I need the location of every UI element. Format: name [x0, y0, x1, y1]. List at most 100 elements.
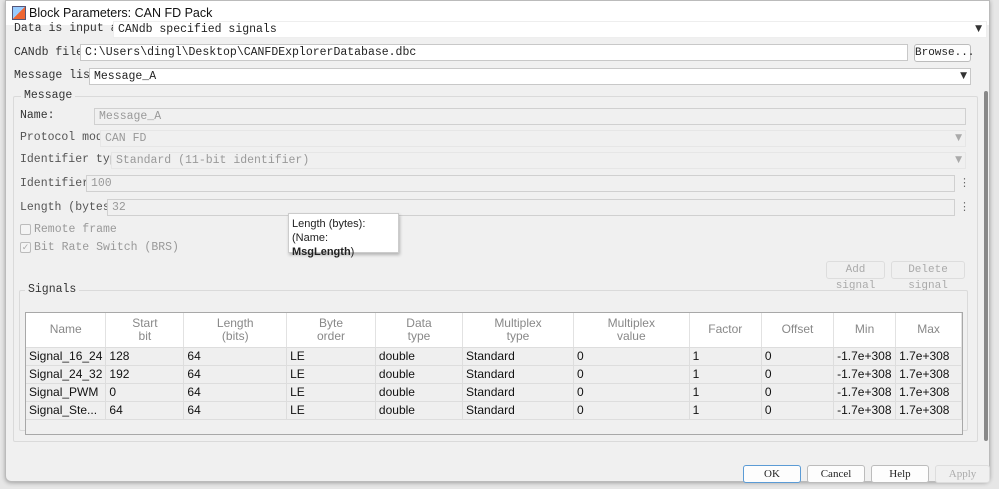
- block-parameters-dialog: Block Parameters: CAN FD Pack Data is in…: [5, 0, 990, 482]
- table-cell[interactable]: 64: [184, 347, 287, 365]
- add-signal-button[interactable]: Add signal: [826, 261, 885, 279]
- table-cell[interactable]: Standard: [463, 365, 574, 383]
- chevron-down-icon: ▼: [955, 133, 962, 143]
- chevron-down-icon: ▼: [955, 155, 962, 165]
- message-group-title: Message: [21, 89, 75, 102]
- column-header[interactable]: Start bit: [106, 313, 184, 347]
- help-button[interactable]: Help: [871, 465, 929, 483]
- table-cell[interactable]: 0: [573, 347, 689, 365]
- table-cell[interactable]: 1.7e+308: [896, 347, 962, 365]
- table-cell[interactable]: 0: [573, 401, 689, 419]
- table-cell[interactable]: -1.7e+308: [834, 365, 896, 383]
- cancel-button[interactable]: Cancel: [807, 465, 865, 483]
- message-list-value: Message_A: [94, 70, 156, 83]
- table-cell[interactable]: LE: [287, 347, 376, 365]
- identifier-type-value: Standard (11-bit identifier): [116, 154, 309, 167]
- tooltip-text: Length (bytes): (Name:: [292, 217, 395, 245]
- table-cell[interactable]: Signal_24_32: [26, 365, 106, 383]
- vertical-scrollbar[interactable]: [984, 91, 988, 441]
- data-input-value: CANdb specified signals: [118, 23, 277, 36]
- table-row[interactable]: Signal_16_2412864LEdoubleStandard010-1.7…: [26, 347, 962, 365]
- table-cell[interactable]: 64: [184, 383, 287, 401]
- delete-signal-button[interactable]: Delete signal: [891, 261, 965, 279]
- table-cell[interactable]: Signal_PWM: [26, 383, 106, 401]
- table-cell[interactable]: double: [375, 365, 462, 383]
- column-header[interactable]: Max: [896, 313, 962, 347]
- table-cell[interactable]: 1: [689, 347, 761, 365]
- table-cell[interactable]: 0: [573, 383, 689, 401]
- signals-table: NameStart bitLength (bits)Byte orderData…: [26, 313, 962, 420]
- remote-frame-label: Remote frame: [34, 223, 117, 236]
- table-cell[interactable]: 64: [184, 365, 287, 383]
- table-cell[interactable]: -1.7e+308: [834, 383, 896, 401]
- column-header[interactable]: Name: [26, 313, 106, 347]
- identifier-label: Identifier:: [20, 177, 96, 190]
- candb-file-label: CANdb file:: [14, 46, 90, 59]
- brs-checkbox[interactable]: ✓: [20, 242, 31, 253]
- table-cell[interactable]: Standard: [463, 383, 574, 401]
- table-row[interactable]: Signal_24_3219264LEdoubleStandard010-1.7…: [26, 365, 962, 383]
- table-cell[interactable]: 0: [761, 347, 833, 365]
- table-row[interactable]: Signal_PWM064LEdoubleStandard010-1.7e+30…: [26, 383, 962, 401]
- remote-frame-checkbox[interactable]: [20, 224, 31, 235]
- column-header[interactable]: Multiplex value: [573, 313, 689, 347]
- table-cell[interactable]: 128: [106, 347, 184, 365]
- column-header[interactable]: Multiplex type: [463, 313, 574, 347]
- signals-group-title: Signals: [25, 283, 79, 296]
- table-cell[interactable]: 1: [689, 401, 761, 419]
- identifier-input[interactable]: 100: [86, 175, 955, 192]
- table-cell[interactable]: 0: [761, 365, 833, 383]
- table-cell[interactable]: Signal_Ste...: [26, 401, 106, 419]
- table-cell[interactable]: 1.7e+308: [896, 401, 962, 419]
- table-cell[interactable]: LE: [287, 383, 376, 401]
- table-cell[interactable]: 1: [689, 383, 761, 401]
- table-cell[interactable]: double: [375, 383, 462, 401]
- table-cell[interactable]: LE: [287, 365, 376, 383]
- table-header-row: NameStart bitLength (bits)Byte orderData…: [26, 313, 962, 347]
- length-input[interactable]: 32: [107, 199, 955, 216]
- table-cell[interactable]: Standard: [463, 347, 574, 365]
- table-cell[interactable]: 192: [106, 365, 184, 383]
- table-cell[interactable]: double: [375, 401, 462, 419]
- table-cell[interactable]: Standard: [463, 401, 574, 419]
- more-options-icon[interactable]: ⋮: [959, 176, 970, 189]
- table-cell[interactable]: 0: [573, 365, 689, 383]
- message-list-select[interactable]: Message_A ▼: [89, 68, 971, 85]
- table-cell[interactable]: 64: [106, 401, 184, 419]
- column-header[interactable]: Factor: [689, 313, 761, 347]
- tooltip-param-value: MsgLength: [292, 246, 351, 258]
- table-cell[interactable]: 0: [761, 401, 833, 419]
- column-header[interactable]: Length (bits): [184, 313, 287, 347]
- table-cell[interactable]: -1.7e+308: [834, 347, 896, 365]
- name-input[interactable]: Message_A: [94, 108, 966, 125]
- candb-file-input[interactable]: C:\Users\dingl\Desktop\CANFDExplorerData…: [80, 44, 908, 61]
- identifier-type-select[interactable]: Standard (11-bit identifier) ▼: [111, 152, 966, 169]
- table-cell[interactable]: 0: [761, 383, 833, 401]
- table-cell[interactable]: -1.7e+308: [834, 401, 896, 419]
- data-input-select[interactable]: CANdb specified signals▼: [113, 21, 987, 38]
- table-cell[interactable]: Signal_16_24: [26, 347, 106, 365]
- column-header[interactable]: Data type: [375, 313, 462, 347]
- table-cell[interactable]: double: [375, 347, 462, 365]
- chevron-down-icon: ▼: [960, 71, 967, 81]
- ok-button[interactable]: OK: [743, 465, 801, 483]
- length-tooltip: Length (bytes): (Name: MsgLength): [288, 213, 399, 253]
- column-header[interactable]: Min: [834, 313, 896, 347]
- table-cell[interactable]: LE: [287, 401, 376, 419]
- column-header[interactable]: Offset: [761, 313, 833, 347]
- table-cell[interactable]: 1.7e+308: [896, 365, 962, 383]
- table-cell[interactable]: 1.7e+308: [896, 383, 962, 401]
- table-cell[interactable]: 64: [184, 401, 287, 419]
- table-row[interactable]: Signal_Ste...6464LEdoubleStandard010-1.7…: [26, 401, 962, 419]
- protocol-mode-value: CAN FD: [105, 132, 146, 145]
- protocol-mode-select[interactable]: CAN FD ▼: [100, 130, 966, 147]
- browse-button[interactable]: Browse...: [914, 44, 971, 62]
- brs-label: Bit Rate Switch (BRS): [34, 241, 179, 254]
- column-header[interactable]: Byte order: [287, 313, 376, 347]
- signals-table-container: NameStart bitLength (bits)Byte orderData…: [25, 312, 963, 435]
- apply-button[interactable]: Apply: [935, 465, 990, 483]
- dialog-title: Block Parameters: CAN FD Pack: [29, 6, 212, 20]
- table-cell[interactable]: 1: [689, 365, 761, 383]
- more-options-icon[interactable]: ⋮: [959, 200, 970, 213]
- table-cell[interactable]: 0: [106, 383, 184, 401]
